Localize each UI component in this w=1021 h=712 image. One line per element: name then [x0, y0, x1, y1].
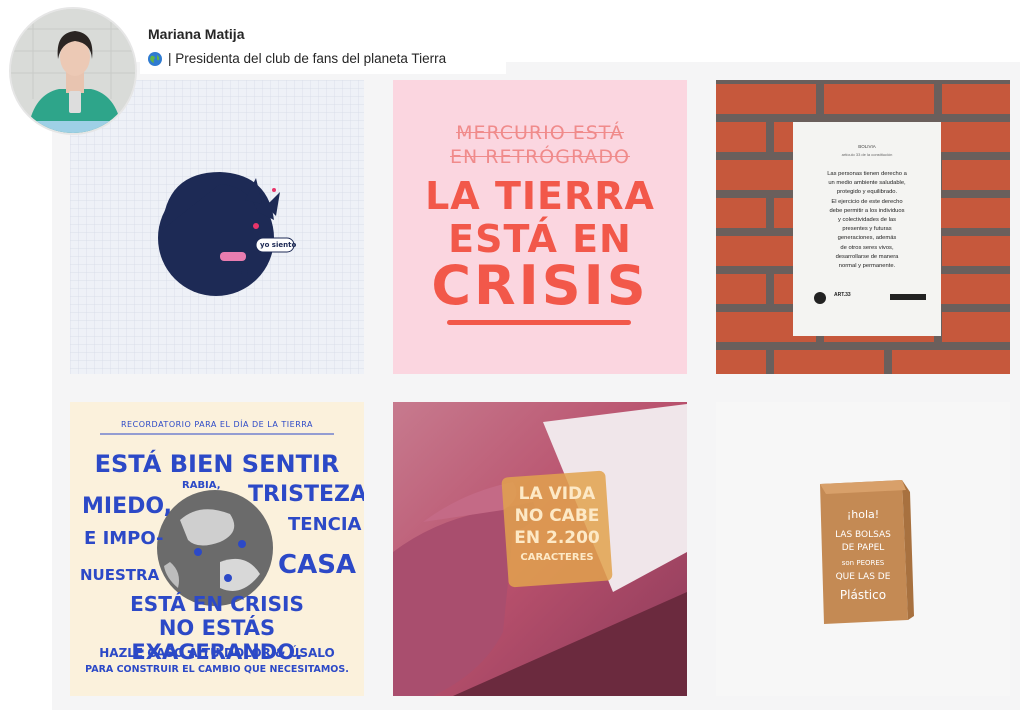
lettering-word: E IMPO-	[84, 528, 164, 549]
post-tile[interactable]: BOLIVIA artículo 33 de la constitución L…	[716, 80, 1010, 374]
profile-header: Mariana Matija | Presidenta del club de …	[140, 18, 506, 74]
poster-body: Las personas tienen derecho a un medio a…	[796, 170, 938, 271]
post-tile[interactable]: LA VIDA NO CABE EN 2.200 CARACTERES	[393, 402, 687, 696]
profile-name[interactable]: Mariana Matija	[148, 26, 244, 42]
card-text-4: CARACTERES	[520, 552, 594, 563]
reminder-title: RECORDATORIO PARA EL DÍA DE LA TIERRA	[121, 420, 313, 429]
poster-line: debe permitir a los individuos	[829, 207, 905, 214]
poster-line: presentes y futuras	[842, 226, 892, 233]
lettering-word: NUESTRA	[80, 566, 160, 584]
headline-line-3: CRISIS	[431, 254, 649, 317]
profile-bio: | Presidenta del club de fans del planet…	[148, 51, 446, 66]
bag-text-4: son PEORES	[841, 559, 885, 567]
card-text-2: NO CABE	[514, 506, 600, 526]
poster-line: normal y permanente.	[838, 263, 896, 270]
post-tile[interactable]: MERCURIO ESTÁ EN RETRÓGRADO LA TIERRA ES…	[393, 80, 687, 374]
headline-line-1: LA TIERRA	[425, 174, 655, 218]
bag-text-5: QUE LAS DE	[835, 572, 891, 582]
poster-line: desarrollarse de manera	[835, 253, 899, 260]
lettering-line-7: HAZLE CASO A TU DOLOR & ÚSALO	[99, 646, 335, 660]
post-tile[interactable]: yo siento	[70, 80, 364, 374]
lettering-word: MIEDO,	[82, 494, 172, 519]
poster-line: protegido y equilibrado.	[836, 189, 898, 196]
poster-subtitle: artículo 33 de la constitución	[841, 152, 893, 157]
card-text-1: LA VIDA	[518, 484, 596, 504]
lettering-line-1: ESTÁ BIEN SENTIR	[94, 450, 340, 478]
poster-footer-tag: ART.33	[834, 292, 851, 298]
poster-line: El ejercicio de este derecho	[831, 198, 903, 205]
bag-text-1: ¡hola!	[846, 508, 880, 521]
avatar[interactable]	[9, 7, 137, 135]
card-text-3: EN 2.200	[514, 528, 600, 548]
lettering-line-8: PARA CONSTRUIR EL CAMBIO QUE NECESITAMOS…	[85, 664, 349, 675]
lettering-word: RABIA,	[182, 480, 221, 491]
bag-text-2: LAS BOLSAS	[835, 530, 891, 540]
speech-bubble-text: yo siento	[260, 241, 297, 249]
poster-line: de otros seres vivos,	[840, 244, 894, 251]
bio-text: | Presidenta del club de fans del planet…	[168, 51, 447, 66]
underline	[447, 320, 631, 325]
poster-line: y colectividades de las	[837, 217, 896, 224]
post-tile[interactable]: RECORDATORIO PARA EL DÍA DE LA TIERRA ES…	[70, 402, 364, 696]
post-tile[interactable]: ¡hola! LAS BOLSAS DE PAPEL son PEORES QU…	[716, 402, 1010, 696]
struck-line-2: EN RETRÓGRADO	[450, 146, 630, 168]
avatar-photo	[11, 9, 135, 133]
poster-title: BOLIVIA	[858, 144, 876, 149]
lettering-word: TENCIA	[288, 514, 362, 535]
globe-icon	[148, 51, 162, 66]
bag-text-6: Plástico	[839, 588, 887, 602]
bag-text-3: DE PAPEL	[841, 543, 885, 553]
lettering-word: TRISTEZA	[248, 482, 364, 507]
lettering-word: CASA	[278, 550, 357, 580]
struck-line-1: MERCURIO ESTÁ	[456, 122, 624, 144]
poster-line: Las personas tienen derecho a	[827, 171, 907, 177]
hand-photo	[393, 402, 687, 696]
post-image	[70, 80, 364, 374]
lettering-line-5: ESTÁ EN CRISIS	[130, 592, 304, 616]
poster-line: un medio ambiente saludable,	[828, 180, 906, 187]
poster-line: generaciones, además	[837, 235, 897, 242]
